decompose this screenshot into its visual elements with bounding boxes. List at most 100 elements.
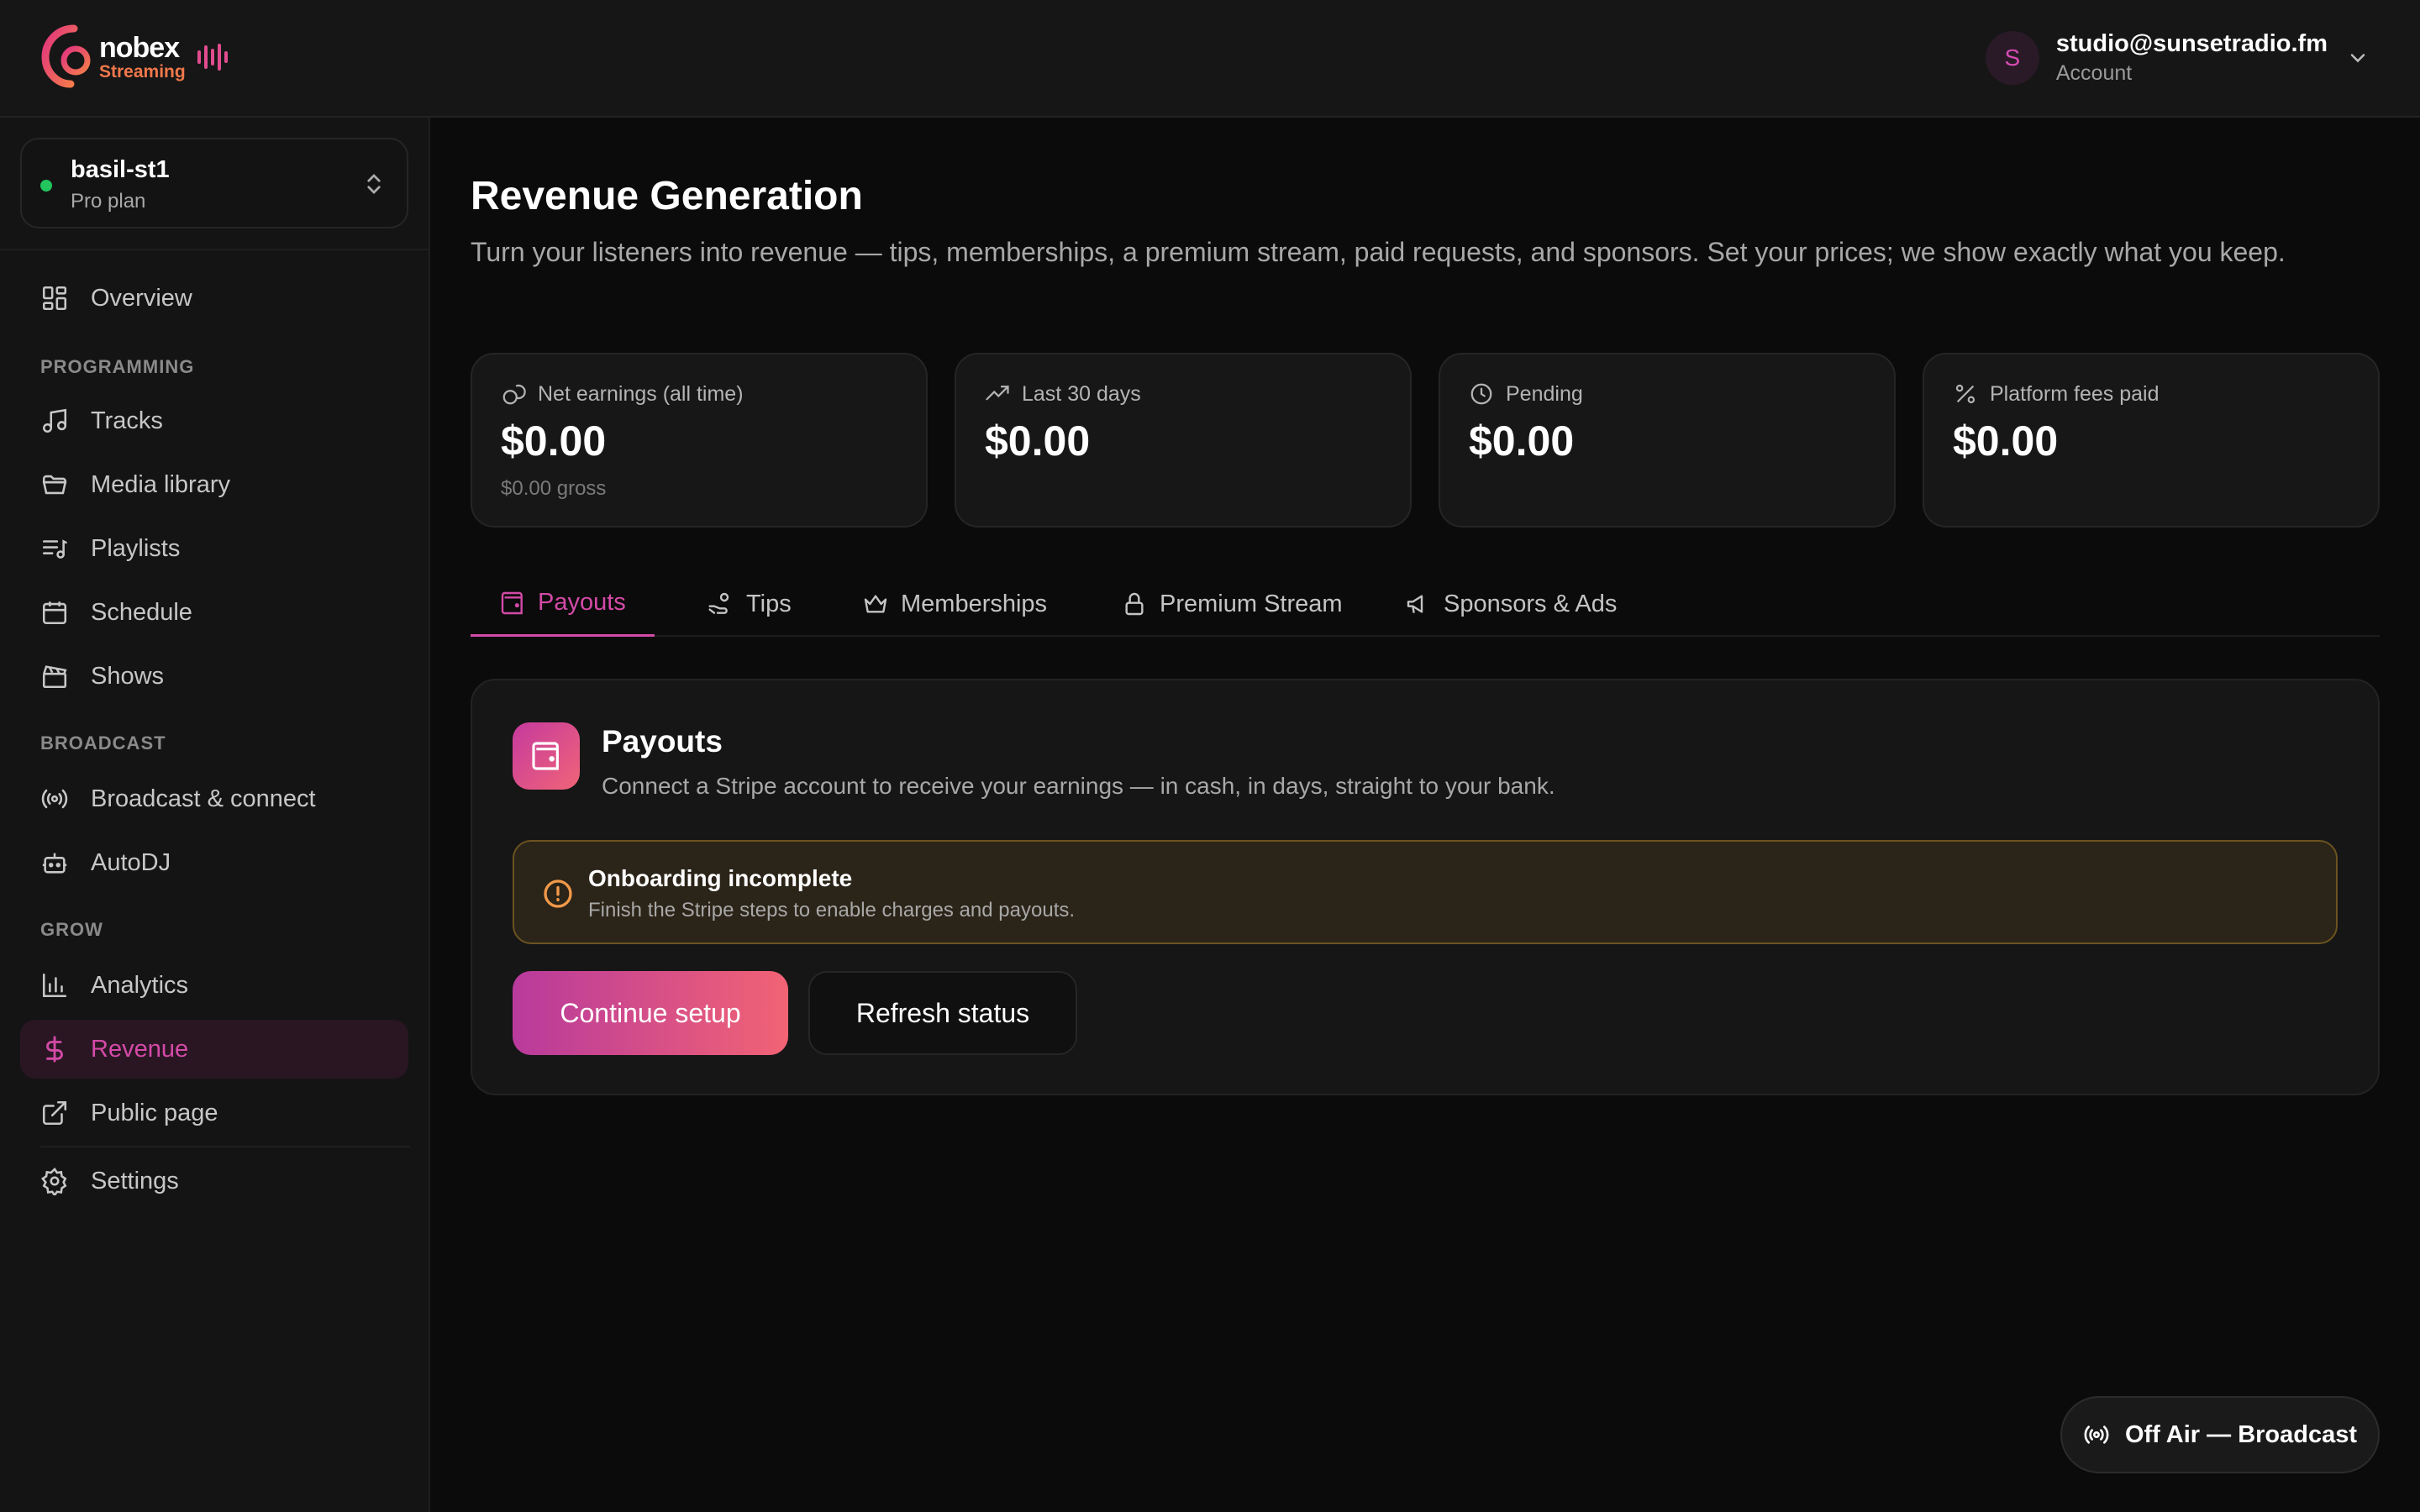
sidebar-item-broadcast-connect[interactable]: Broadcast & connect <box>20 769 408 828</box>
calendar-icon <box>42 601 67 625</box>
refresh-status-button[interactable]: Refresh status <box>808 971 1077 1055</box>
bar-chart-icon <box>42 973 67 998</box>
continue-setup-button[interactable]: Continue setup <box>513 971 788 1055</box>
megaphone-icon <box>1407 595 1423 613</box>
station-plan: Pro plan <box>71 190 146 213</box>
trending-up-icon <box>986 386 1009 401</box>
account-label: Account <box>2055 61 2133 85</box>
stat-card-net-earnings: Net earnings (all time) $0.00 $0.00 gros… <box>471 353 928 528</box>
page-title: Revenue Generation <box>471 174 863 218</box>
revenue-tabs: Payouts Tips Memberships Premium Stream … <box>471 571 2380 637</box>
sidebar-item-autodj[interactable]: AutoDJ <box>20 833 408 892</box>
sidebar-item-label: Tracks <box>91 407 163 434</box>
alert-title: Onboarding incomplete <box>588 865 853 891</box>
main-content: Revenue Generation Turn your listeners i… <box>430 118 2420 1512</box>
sidebar-divider <box>0 249 429 250</box>
panel-title: Payouts <box>602 724 723 759</box>
sidebar-item-media-library[interactable]: Media library <box>20 455 408 514</box>
sidebar-item-overview[interactable]: Overview <box>20 269 408 328</box>
onboarding-alert: Onboarding incomplete Finish the Stripe … <box>513 840 2338 944</box>
tab-label: Tips <box>746 590 792 617</box>
sidebar-item-settings[interactable]: Settings <box>20 1152 408 1210</box>
sidebar-item-analytics[interactable]: Analytics <box>20 956 408 1015</box>
stat-value: $0.00 <box>501 417 607 465</box>
brand-logo[interactable]: nobex Streaming <box>40 24 229 91</box>
sidebar-item-shows[interactable]: Shows <box>20 647 408 706</box>
tab-label: Payouts <box>538 589 626 616</box>
payouts-panel: Payouts Connect a Stripe account to rece… <box>471 679 2380 1095</box>
tab-memberships[interactable]: Memberships <box>834 571 1076 637</box>
lock-icon <box>1125 592 1144 616</box>
alert-description: Finish the Stripe steps to enable charge… <box>588 899 1076 921</box>
sidebar-item-public-page[interactable]: Public page <box>20 1084 408 1142</box>
sidebar-item-label: Schedule <box>91 598 192 626</box>
sidebar-item-label: Public page <box>91 1099 218 1126</box>
stat-value: $0.00 <box>985 417 1091 465</box>
page-description: Turn your listeners into revenue — tips,… <box>471 237 2286 267</box>
sidebar-item-label: Settings <box>91 1167 179 1194</box>
tab-premium-stream[interactable]: Premium Stream <box>1092 571 1371 637</box>
tab-payouts[interactable]: Payouts <box>471 571 655 637</box>
dashboard-icon <box>42 286 67 311</box>
folder-open-icon <box>42 475 67 495</box>
dollar-icon <box>46 1036 63 1063</box>
tab-tips[interactable]: Tips <box>679 571 820 637</box>
radio-waves-icon <box>2084 1425 2109 1444</box>
nav-group-grow: GROW <box>40 919 103 940</box>
nav-group-programming: PROGRAMMING <box>40 356 195 377</box>
stat-value: $0.00 <box>1469 417 1575 465</box>
coins-icon <box>502 384 526 405</box>
logo-mark-icon <box>41 24 91 91</box>
tab-label: Sponsors & Ads <box>1444 590 1618 617</box>
stat-label: Pending <box>1506 381 1583 406</box>
station-status-dot <box>40 180 52 192</box>
gear-icon <box>40 1167 67 1195</box>
music-note-icon <box>42 408 67 433</box>
stat-label: Net earnings (all time) <box>538 381 744 406</box>
wallet-icon <box>513 722 580 790</box>
clock-icon <box>1470 383 1492 405</box>
clapperboard-icon <box>42 665 67 689</box>
sidebar: basil-st1 Pro plan Overview PROGRAMMING … <box>0 118 430 1512</box>
hand-coins-icon <box>708 592 729 614</box>
stat-card-platform-fees: Platform fees paid $0.00 <box>1923 353 2380 528</box>
sidebar-item-label: Broadcast & connect <box>91 785 316 812</box>
broadcast-status-label: Off Air — Broadcast <box>2124 1420 2358 1448</box>
tab-sponsors-ads[interactable]: Sponsors & Ads <box>1376 571 1645 637</box>
chevron-down-icon[interactable] <box>2346 46 2370 70</box>
sidebar-item-label: Overview <box>91 284 192 312</box>
nav-group-broadcast: BROADCAST <box>40 732 166 753</box>
stat-subtext: $0.00 gross <box>501 477 607 500</box>
brand-name: nobex <box>99 32 180 64</box>
avatar: S <box>1985 31 2039 85</box>
panel-description: Connect a Stripe account to receive your… <box>602 773 1555 799</box>
account-menu[interactable]: S studio@sunsetradio.fm Account <box>1985 29 2370 87</box>
sidebar-item-label: AutoDJ <box>91 848 171 876</box>
sidebar-item-schedule[interactable]: Schedule <box>20 583 408 642</box>
stat-value: $0.00 <box>1953 417 2059 465</box>
sidebar-item-label: Playlists <box>91 534 181 562</box>
account-email: studio@sunsetradio.fm <box>2055 30 2328 57</box>
percent-icon <box>1955 384 1975 404</box>
playlist-icon <box>42 539 67 559</box>
tab-label: Memberships <box>901 590 1048 617</box>
brand-sub: Streaming <box>99 62 186 81</box>
sidebar-divider <box>40 1146 410 1147</box>
sidebar-item-playlists[interactable]: Playlists <box>20 519 408 578</box>
chevrons-up-down-icon <box>367 174 381 194</box>
broadcast-status-button[interactable]: Off Air — Broadcast <box>2060 1396 2380 1473</box>
sidebar-item-revenue[interactable]: Revenue <box>20 1020 408 1079</box>
radio-waves-icon <box>41 789 68 809</box>
tab-label: Premium Stream <box>1160 590 1343 617</box>
station-switcher[interactable]: basil-st1 Pro plan <box>20 138 408 228</box>
sidebar-item-label: Media library <box>91 470 230 498</box>
sidebar-item-tracks[interactable]: Tracks <box>20 391 408 450</box>
station-name: basil-st1 <box>71 156 170 183</box>
wallet-icon <box>501 591 523 614</box>
external-link-icon <box>42 1100 67 1126</box>
stat-label: Platform fees paid <box>1990 381 2160 406</box>
stat-card-pending: Pending $0.00 <box>1439 353 1896 528</box>
sound-wave-icon <box>197 44 228 71</box>
stat-label: Last 30 days <box>1022 381 1141 406</box>
sidebar-item-label: Revenue <box>91 1035 189 1063</box>
